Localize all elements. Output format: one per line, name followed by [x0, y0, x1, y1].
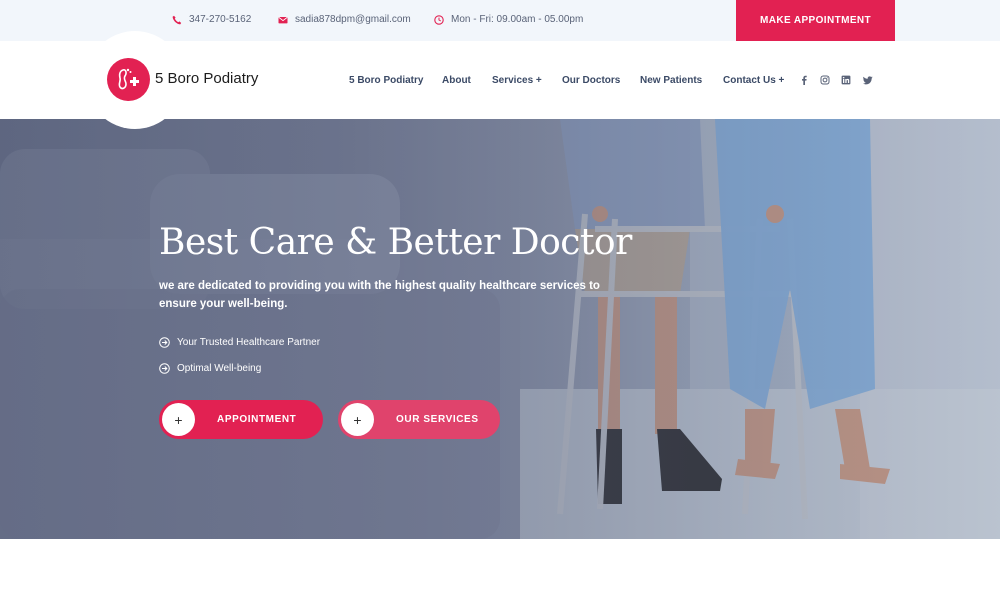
- envelope-icon: [278, 16, 288, 23]
- feature-item: Optimal Well-being: [159, 363, 261, 374]
- instagram-icon[interactable]: [819, 74, 831, 86]
- nav-item-new-patients[interactable]: New Patients: [640, 75, 702, 86]
- clock-icon: [434, 14, 444, 25]
- feature-label: Your Trusted Healthcare Partner: [177, 337, 321, 348]
- appointment-button-label: APPOINTMENT: [217, 414, 297, 425]
- plus-icon: +: [341, 403, 374, 436]
- our-services-button[interactable]: + OUR SERVICES: [338, 400, 500, 439]
- facebook-icon[interactable]: [798, 74, 810, 86]
- appointment-button[interactable]: + APPOINTMENT: [159, 400, 323, 439]
- nav-item-our-doctors[interactable]: Our Doctors: [562, 75, 620, 86]
- hero-subtitle: we are dedicated to providing you with t…: [159, 280, 600, 310]
- hero-title: Best Care & Better Doctor: [159, 222, 632, 263]
- feature-item: Your Trusted Healthcare Partner: [159, 337, 320, 348]
- email-address: sadia878dpm@gmail.com: [295, 14, 411, 25]
- plus-icon: +: [162, 403, 195, 436]
- logo-icon[interactable]: [107, 58, 150, 101]
- arrow-circle-icon: [159, 337, 170, 348]
- make-appointment-button[interactable]: MAKE APPOINTMENT: [736, 0, 895, 41]
- nav-item-services[interactable]: Services +: [492, 75, 542, 86]
- office-hours: Mon - Fri: 09.00am - 05.00pm: [434, 14, 583, 25]
- brand-name[interactable]: 5 Boro Podiatry: [155, 70, 258, 87]
- linkedin-icon[interactable]: [840, 74, 852, 86]
- hero-overlay: [0, 119, 1000, 539]
- phone-contact[interactable]: 347-270-5162: [172, 14, 251, 25]
- nav-item-contact-us[interactable]: Contact Us +: [723, 75, 784, 86]
- hero-banner: Best Care & Better Doctor we are dedicat…: [0, 119, 1000, 539]
- our-services-button-label: OUR SERVICES: [396, 414, 479, 425]
- hours-text: Mon - Fri: 09.00am - 05.00pm: [451, 14, 584, 25]
- feature-label: Optimal Well-being: [177, 363, 262, 374]
- arrow-circle-icon: [159, 363, 170, 374]
- email-contact[interactable]: sadia878dpm@gmail.com: [278, 14, 411, 25]
- phone-icon: [172, 15, 182, 24]
- nav-item-home[interactable]: 5 Boro Podiatry: [349, 75, 423, 86]
- foot-cross-icon: [117, 68, 139, 89]
- twitter-icon[interactable]: [862, 74, 874, 86]
- nav-item-about[interactable]: About: [442, 75, 471, 86]
- phone-number: 347-270-5162: [189, 14, 252, 25]
